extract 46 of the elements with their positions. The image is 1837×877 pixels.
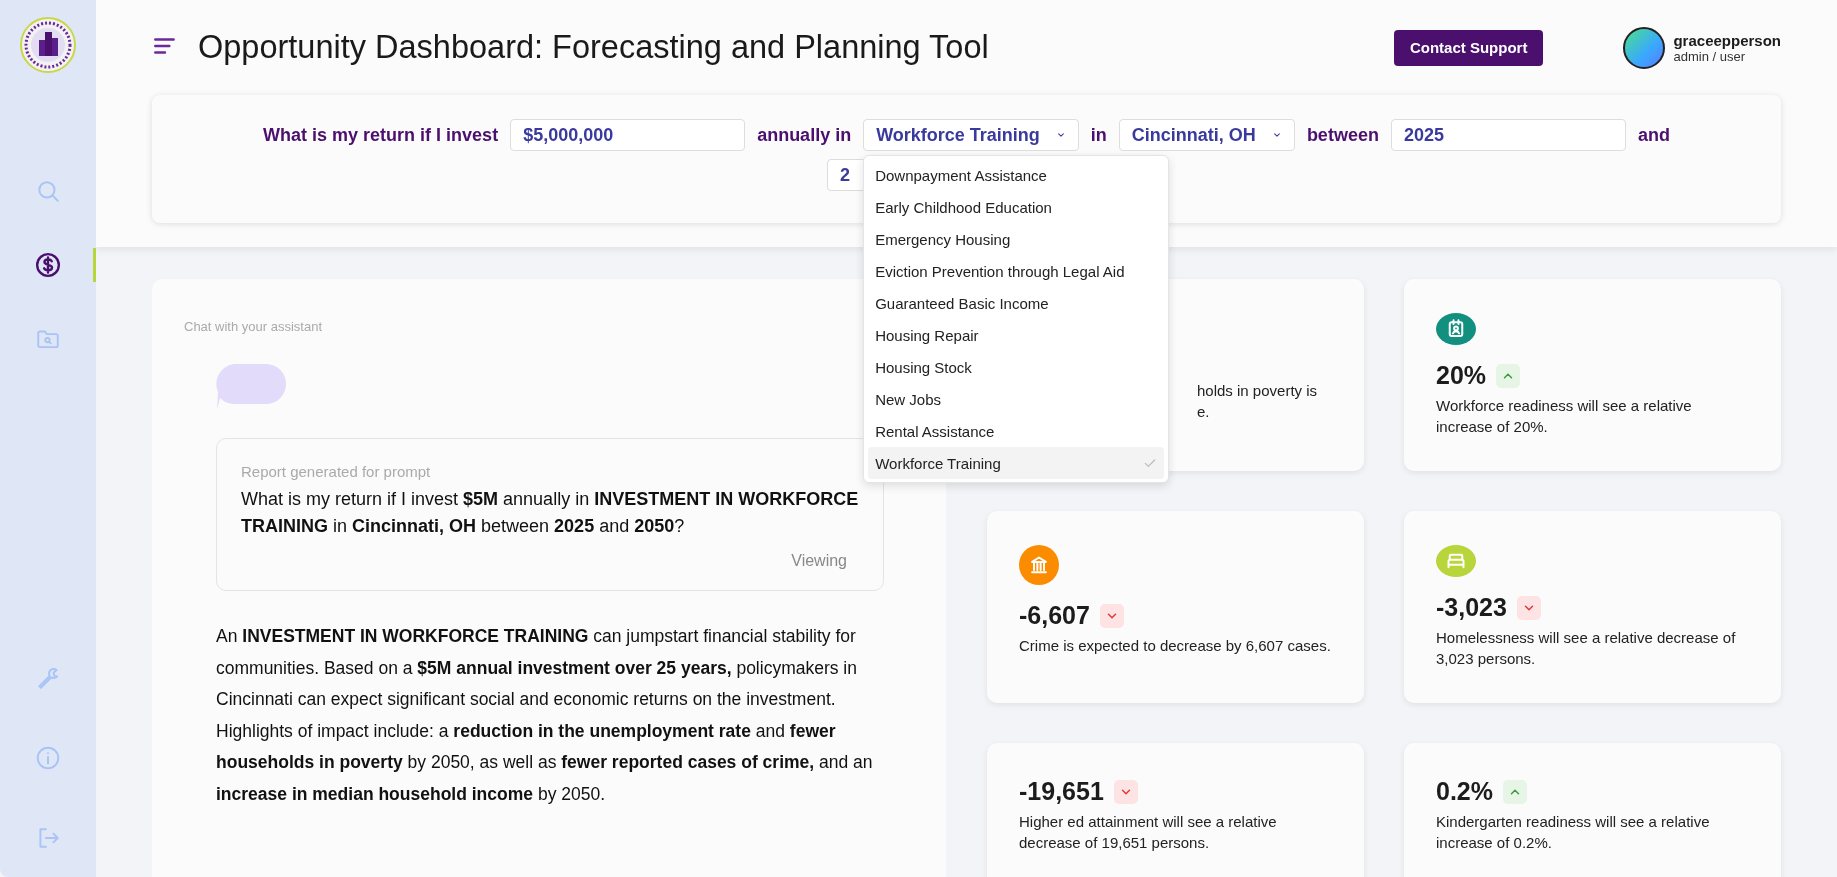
dropdown-option[interactable]: Emergency Housing <box>868 223 1165 255</box>
query-label: What is my return if I invest <box>263 124 499 146</box>
prompt-label: Report generated for prompt <box>241 463 432 480</box>
user-name: graceepperson <box>1673 31 1781 49</box>
chat-label: Chat with your assistant <box>184 319 323 334</box>
query-label: annually in <box>757 124 852 146</box>
dropdown-option[interactable]: Early Childhood Education <box>868 191 1165 223</box>
wrench-icon <box>35 665 61 691</box>
query-dropdown[interactable]: Cincinnati, OH <box>1118 119 1295 151</box>
user-role: admin / user <box>1673 48 1745 64</box>
metric-description: holds in poverty is <box>1197 381 1319 401</box>
dropdown-option[interactable]: Workforce Training <box>868 447 1165 479</box>
metric-description: Higher ed attainment will see a relative decrease of 19,651 persons. <box>1019 812 1278 853</box>
dollar-icon <box>35 252 61 278</box>
prompt-status: Viewing <box>791 552 847 570</box>
prompt-text: What is my return if I invest $5M annually in INVESTMENT IN WORKFORCE TRAINING in Cincinnati, OH between 2025 and 2050? <box>241 488 859 538</box>
metric-value: 20% <box>1436 361 1487 390</box>
info-icon <box>35 745 61 771</box>
dropdown-option[interactable]: New Jobs <box>868 383 1165 415</box>
query-input[interactable]: $5,000,000 <box>510 119 746 151</box>
query-label: and <box>1637 124 1670 146</box>
query-dropdown[interactable]: Workforce Training <box>863 119 1079 151</box>
avatar[interactable] <box>1623 26 1666 69</box>
dropdown-option[interactable]: Downpayment Assistance <box>868 159 1165 191</box>
dropdown-option[interactable]: Rental Assistance <box>868 415 1165 447</box>
dropdown-option[interactable]: Housing Repair <box>868 319 1165 351</box>
metric-value: -19,651 <box>1019 777 1104 806</box>
metric-description: Kindergarten readiness will see a relative increase of 0.2%. <box>1436 812 1711 853</box>
contact-support-button[interactable]: Contact Support <box>1393 29 1544 66</box>
metric-value: 0.2% <box>1436 777 1493 806</box>
query-label: between <box>1306 124 1379 146</box>
dropdown-option[interactable]: Guaranteed Basic Income <box>868 287 1165 319</box>
metric-value: -6,607 <box>1019 601 1090 630</box>
dropdown-option[interactable]: Eviction Prevention through Legal Aid <box>868 255 1165 287</box>
metric-description: Crime is expected to decrease by 6,607 cases. <box>1019 636 1332 656</box>
search-icon <box>35 178 61 204</box>
metric-description: e. <box>1197 401 1211 422</box>
metric-description: Workforce readiness will see a relative increase of 20%. <box>1436 396 1693 437</box>
query-input[interactable]: 2025 <box>1390 119 1626 151</box>
page-title: Opportunity Dashboard: Forecasting and Planning Tool <box>198 29 990 66</box>
query-label: in <box>1090 124 1107 146</box>
answer-text: An INVESTMENT IN WORKFORCE TRAINING can jumpstart financial stability for communities. Based on a $5M annual investment over 25 years, policymakers in Cincinnati can expect significant social and economic returns on the investment. Highlights of impact include: a reduction in the unemployment rate and fewer households in poverty by 2050, as well as fewer reported cases of crime, and an increase in median household income by 2050. <box>216 625 874 806</box>
metric-value: -3,023 <box>1436 593 1507 622</box>
logo-icon <box>19 16 77 74</box>
metric-description: Homelessness will see a relative decrease of 3,023 persons. <box>1436 628 1737 669</box>
dropdown-option[interactable]: Housing Stock <box>868 351 1165 383</box>
